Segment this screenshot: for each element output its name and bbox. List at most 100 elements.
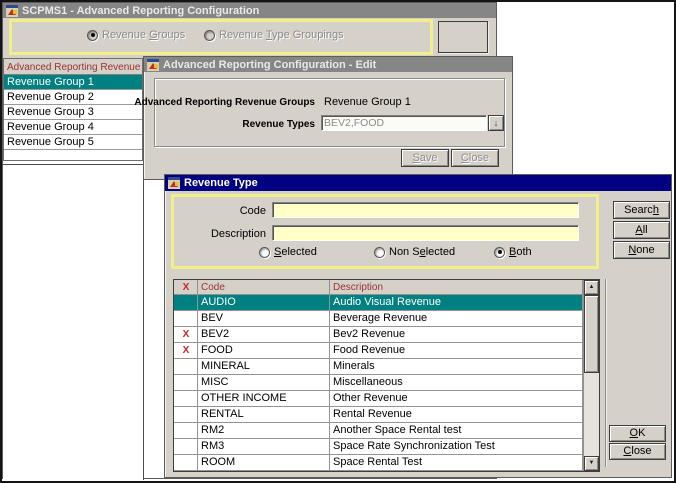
column-header-description: Description bbox=[330, 280, 583, 295]
radio-label: Revenue Groups bbox=[102, 29, 185, 41]
lower-white-panel bbox=[3, 164, 144, 480]
table-row[interactable]: ROOMSpace Rental Test bbox=[174, 455, 583, 471]
row-description-cell: Other Revenue bbox=[330, 391, 583, 407]
table-row[interactable]: MISCMiscellaneous bbox=[174, 375, 583, 391]
row-code-cell: MISC bbox=[198, 375, 330, 391]
revenue-group-value: Revenue Group 1 bbox=[324, 96, 411, 108]
revenue-group-row[interactable]: Revenue Group 5 bbox=[4, 135, 142, 150]
radio-label: Revenue Type Groupings bbox=[219, 29, 344, 41]
radio-revenue-groups[interactable]: Revenue Groups bbox=[87, 29, 185, 41]
table-row[interactable]: RM2Another Space Rental test bbox=[174, 423, 583, 439]
row-mark-cell bbox=[174, 311, 198, 327]
row-mark-cell bbox=[174, 375, 198, 391]
row-description-cell: Food Revenue bbox=[330, 343, 583, 359]
revenue-type-table: X Code Description AUDIOAudio Visual Rev… bbox=[173, 279, 600, 472]
scroll-up-button[interactable]: ▲ bbox=[584, 280, 599, 295]
list-header: Advanced Reporting Revenue Gr bbox=[4, 59, 142, 75]
row-mark-cell bbox=[174, 439, 198, 455]
revenue-groups-label: Advanced Reporting Revenue Groups bbox=[134, 97, 315, 108]
code-label: Code bbox=[240, 205, 266, 217]
table-row[interactable]: RM3Space Rate Synchronization Test bbox=[174, 439, 583, 455]
lov-dropdown-button[interactable]: ↓ bbox=[488, 115, 504, 131]
radio-revenue-type-groupings[interactable]: Revenue Type Groupings bbox=[204, 29, 344, 41]
window-icon bbox=[6, 5, 18, 17]
radio-circle bbox=[259, 247, 270, 258]
radio-circle bbox=[204, 30, 215, 41]
table-row[interactable]: RENTALRental Revenue bbox=[174, 407, 583, 423]
table-row[interactable]: AUDIOAudio Visual Revenue bbox=[174, 295, 583, 311]
row-description-cell: Miscellaneous bbox=[330, 375, 583, 391]
row-mark-cell: X bbox=[174, 327, 198, 343]
all-button[interactable]: All bbox=[613, 221, 670, 239]
window-icon bbox=[168, 177, 180, 189]
row-mark-cell bbox=[174, 295, 198, 311]
column-header-mark: X bbox=[174, 280, 198, 295]
row-description-cell: Beverage Revenue bbox=[330, 311, 583, 327]
none-button[interactable]: None bbox=[613, 241, 670, 259]
table-row[interactable]: MINERALMinerals bbox=[174, 359, 583, 375]
revenue-group-row[interactable]: Revenue Group 1 bbox=[4, 75, 142, 90]
ok-button[interactable]: OK bbox=[609, 425, 666, 442]
empty-display-box bbox=[438, 21, 488, 53]
close-button[interactable]: Close bbox=[609, 443, 666, 460]
code-input[interactable] bbox=[272, 202, 579, 218]
save-button[interactable]: Save bbox=[401, 149, 449, 167]
revenue-type-titlebar[interactable]: Revenue Type bbox=[165, 175, 671, 191]
scroll-down-button[interactable]: ▼ bbox=[584, 456, 599, 471]
radio-both[interactable]: Both bbox=[494, 246, 532, 258]
window-title: SCPMS1 - Advanced Reporting Configuratio… bbox=[22, 5, 259, 17]
row-mark-cell bbox=[174, 423, 198, 439]
row-description-cell: Rental Revenue bbox=[330, 407, 583, 423]
revenue-group-row[interactable]: Revenue Group 3 bbox=[4, 105, 142, 120]
row-description-cell: Another Space Rental test bbox=[330, 423, 583, 439]
column-header-code: Code bbox=[198, 280, 330, 295]
radio-label: Selected bbox=[274, 246, 317, 258]
table-row[interactable]: OTHER INCOMEOther Revenue bbox=[174, 391, 583, 407]
radio-selected[interactable]: Selected bbox=[259, 246, 317, 258]
table-row[interactable]: XBEV2Bev2 Revenue bbox=[174, 327, 583, 343]
radio-label: Both bbox=[509, 246, 532, 258]
table-row[interactable]: XFOODFood Revenue bbox=[174, 343, 583, 359]
edit-titlebar[interactable]: Advanced Reporting Configuration - Edit bbox=[144, 57, 512, 72]
revenue-types-label: Revenue Types bbox=[242, 119, 315, 130]
row-mark-cell bbox=[174, 455, 198, 471]
row-code-cell: BEV bbox=[198, 311, 330, 327]
table-header-row: X Code Description bbox=[174, 280, 583, 295]
row-code-cell: BEV2 bbox=[198, 327, 330, 343]
row-mark-cell bbox=[174, 391, 198, 407]
window-icon bbox=[147, 59, 159, 71]
radio-label: Non Selected bbox=[389, 246, 455, 258]
row-code-cell: MINERAL bbox=[198, 359, 330, 375]
scrollbar-thumb[interactable] bbox=[584, 295, 599, 373]
row-description-cell: Space Rate Synchronization Test bbox=[330, 439, 583, 455]
table-row[interactable]: BEVBeverage Revenue bbox=[174, 311, 583, 327]
row-code-cell: FOOD bbox=[198, 343, 330, 359]
window-title: Revenue Type bbox=[184, 177, 258, 189]
revenue-group-row[interactable]: Revenue Group 2 bbox=[4, 90, 142, 105]
row-code-cell: OTHER INCOME bbox=[198, 391, 330, 407]
close-button[interactable]: Close bbox=[451, 149, 499, 167]
row-description-cell: Minerals bbox=[330, 359, 583, 375]
edit-group-box bbox=[154, 78, 505, 147]
row-code-cell: RM3 bbox=[198, 439, 330, 455]
description-input[interactable] bbox=[272, 225, 579, 241]
revenue-group-row[interactable]: Revenue Group 4 bbox=[4, 120, 142, 135]
row-mark-cell: X bbox=[174, 343, 198, 359]
row-code-cell: RM2 bbox=[198, 423, 330, 439]
vertical-separator bbox=[605, 279, 607, 467]
window-title: Advanced Reporting Configuration - Edit bbox=[163, 59, 376, 71]
row-mark-cell bbox=[174, 359, 198, 375]
radio-non-selected[interactable]: Non Selected bbox=[374, 246, 455, 258]
radio-circle bbox=[494, 247, 505, 258]
search-button[interactable]: Search bbox=[613, 201, 670, 219]
revenue-types-field[interactable]: BEV2,FOOD bbox=[321, 115, 487, 131]
list-body: Revenue Group 1Revenue Group 2Revenue Gr… bbox=[4, 75, 142, 150]
row-mark-cell bbox=[174, 407, 198, 423]
window-edit-dialog: Advanced Reporting Configuration - Edit … bbox=[143, 56, 513, 180]
row-description-cell: Audio Visual Revenue bbox=[330, 295, 583, 311]
scpms1-titlebar[interactable]: SCPMS1 - Advanced Reporting Configuratio… bbox=[3, 3, 496, 18]
row-description-cell: Bev2 Revenue bbox=[330, 327, 583, 343]
row-code-cell: RENTAL bbox=[198, 407, 330, 423]
row-code-cell: ROOM bbox=[198, 455, 330, 471]
vertical-scrollbar[interactable]: ▲ ▼ bbox=[583, 280, 599, 471]
